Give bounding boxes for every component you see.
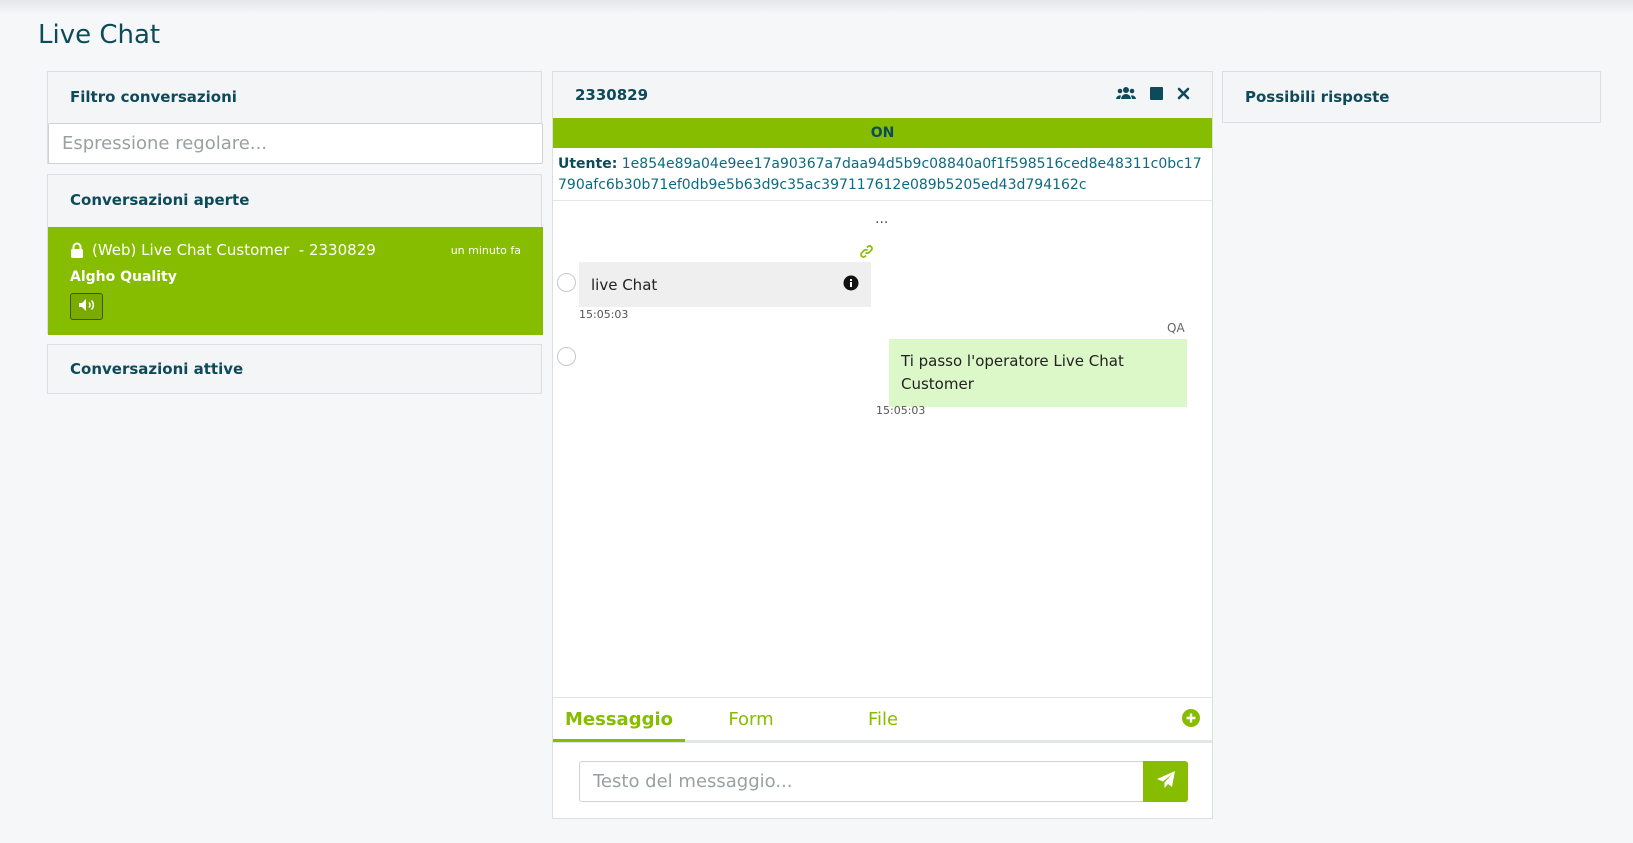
message-input[interactable] (579, 761, 1143, 802)
outgoing-message-text: Ti passo l'operatore Live Chat Customer (901, 352, 1124, 393)
conversation-time: un minuto fa (450, 243, 521, 257)
outgoing-message: Ti passo l'operatore Live Chat Customer (889, 339, 1187, 407)
tab-file[interactable]: File (817, 698, 949, 740)
user-label: Utente: (558, 156, 618, 172)
filter-input[interactable] (48, 123, 543, 164)
active-conversations-panel[interactable]: Conversazioni attive (47, 344, 542, 394)
conversation-item[interactable]: (Web) Live Chat Customer - 2330829 un mi… (48, 227, 543, 335)
message-sender: QA (1167, 321, 1185, 335)
message-list: ... live Chat 15:05:03 QA Ti passo l'ope… (553, 201, 1212, 698)
incoming-message-text: live Chat (591, 275, 658, 294)
filter-heading: Filtro conversazioni (70, 88, 237, 106)
close-icon[interactable] (1177, 86, 1190, 104)
possible-answers-panel: Possibili risposte (1222, 71, 1601, 123)
possible-answers-heading: Possibili risposte (1245, 88, 1390, 106)
outgoing-message-time: 15:05:03 (876, 404, 926, 417)
chat-header: 2330829 (553, 72, 1212, 118)
open-conversations-panel: Conversazioni aperte (Web) Live Chat Cus… (47, 174, 543, 335)
conversation-label: (Web) Live Chat Customer - 2330829 (92, 241, 376, 259)
lock-icon (70, 242, 84, 258)
incoming-message: live Chat (579, 262, 871, 307)
add-icon[interactable] (1182, 709, 1200, 731)
chat-panel: 2330829 ON Utente: 1e854e89a04e9ee17a903… (552, 71, 1213, 819)
sound-toggle-button[interactable] (70, 293, 103, 320)
send-button[interactable] (1143, 761, 1188, 802)
user-info: Utente: 1e854e89a04e9ee17a90367a7daa94d5… (553, 148, 1212, 201)
message-select-radio[interactable] (557, 273, 576, 292)
message-select-radio[interactable] (557, 347, 576, 366)
info-icon[interactable] (843, 275, 859, 295)
users-icon[interactable] (1116, 86, 1136, 104)
volume-icon (78, 297, 96, 316)
stop-icon[interactable] (1150, 86, 1163, 104)
conversation-organization: Algho Quality (70, 269, 177, 285)
status-bar: ON (553, 118, 1212, 148)
loading-dots: ... (875, 211, 889, 227)
top-shadow (0, 0, 1633, 14)
page-title: Live Chat (38, 20, 161, 50)
open-conversations-heading: Conversazioni aperte (70, 191, 250, 209)
tab-form[interactable]: Form (685, 698, 817, 740)
active-conversations-heading: Conversazioni attive (70, 360, 244, 378)
compose-bar (579, 761, 1188, 802)
link-icon[interactable] (860, 243, 873, 262)
chat-id: 2330829 (575, 86, 649, 104)
incoming-message-time: 15:05:03 (579, 308, 629, 321)
send-icon (1156, 770, 1176, 793)
tab-messaggio[interactable]: Messaggio (553, 700, 685, 742)
filter-panel: Filtro conversazioni (47, 71, 543, 164)
user-id: 1e854e89a04e9ee17a90367a7daa94d5b9c08840… (558, 156, 1202, 193)
compose-tabs: Messaggio Form File (553, 697, 1212, 743)
